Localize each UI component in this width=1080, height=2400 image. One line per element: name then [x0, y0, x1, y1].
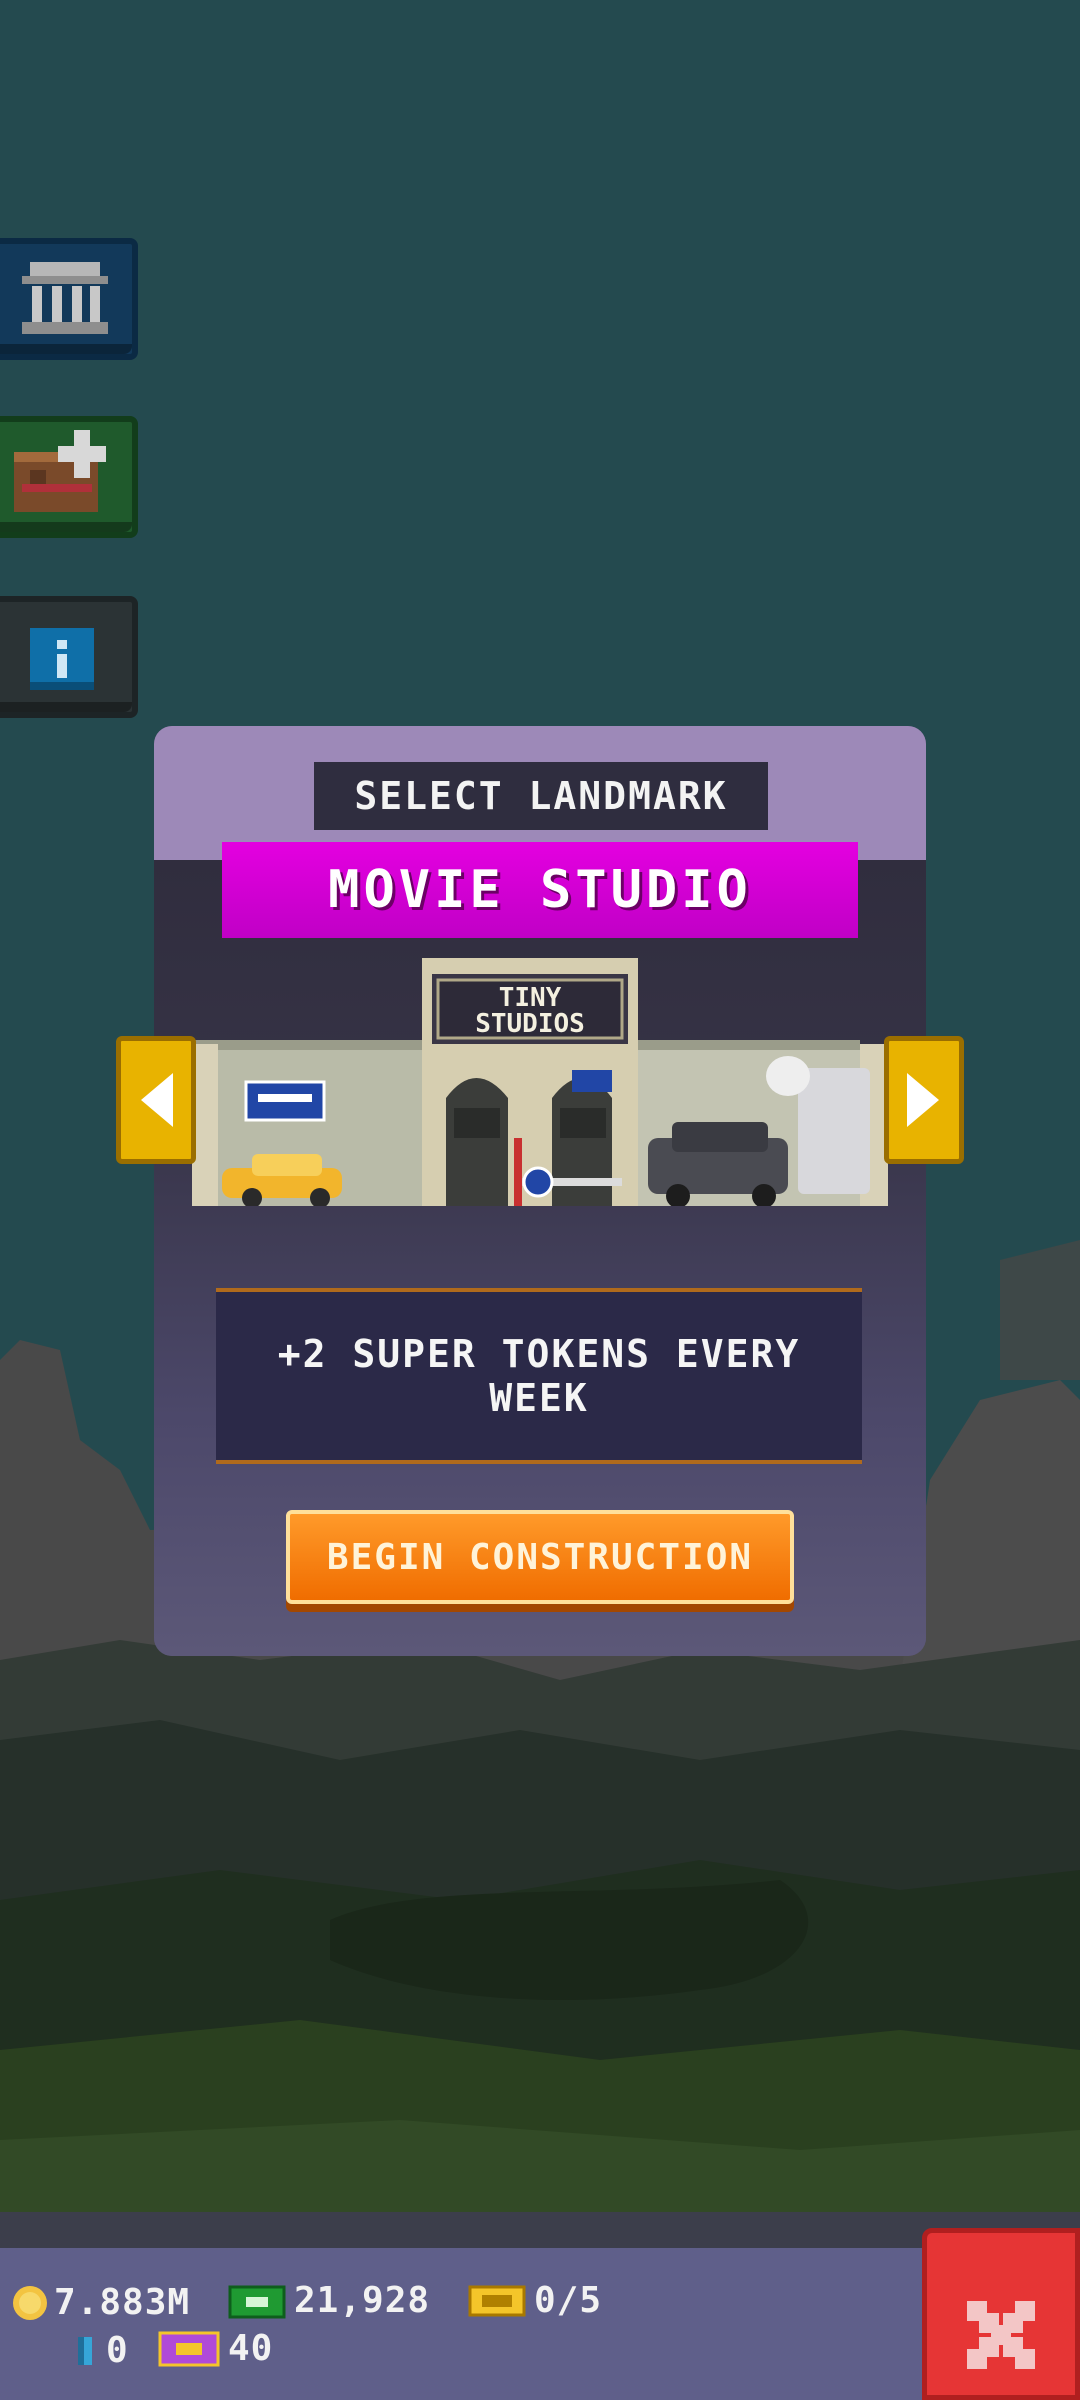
landmark-title: MOVIE STUDIO [222, 842, 858, 938]
golden-ticket-icon [468, 2285, 526, 2316]
museum-button[interactable] [0, 238, 138, 360]
select-landmark-dialog: SELECT LANDMARK MOVIE STUDIO TINY STUDIO… [154, 726, 926, 1656]
movie-studio-building-image: TINY STUDIOS [192, 958, 888, 1206]
keys-counter: 0 [74, 2330, 129, 2371]
coins-value: 7.883M [54, 2282, 191, 2323]
close-x-icon [967, 2301, 1035, 2369]
begin-construction-button[interactable]: BEGIN CONSTRUCTION [286, 1510, 794, 1604]
info-button[interactable] [0, 596, 138, 718]
coins-counter: 7.883M [10, 2282, 190, 2323]
arrow-right-icon [907, 1073, 939, 1127]
previous-landmark-button[interactable] [116, 1036, 196, 1164]
arrow-left-icon [141, 1073, 173, 1127]
super-token-icon [158, 2331, 220, 2366]
coin-icon [13, 2285, 47, 2320]
close-button[interactable] [922, 2228, 1080, 2400]
super-tokens-value: 40 [228, 2328, 274, 2369]
landmark-description: +2 SUPER TOKENS EVERY WEEK [216, 1288, 862, 1464]
museum-icon [22, 262, 108, 334]
bux-icon [228, 2285, 286, 2318]
golden-tickets-counter: 0/5 [468, 2280, 602, 2321]
golden-tickets-value: 0/5 [534, 2280, 603, 2321]
studio-sign-line2: STUDIOS [475, 1009, 585, 1039]
next-landmark-button[interactable] [884, 1036, 964, 1164]
info-icon [30, 628, 94, 690]
add-floor-icon [14, 430, 106, 512]
super-tokens-counter: 40 [158, 2328, 273, 2369]
add-floor-button[interactable] [0, 416, 138, 538]
bux-value: 21,928 [294, 2280, 431, 2321]
key-icon [78, 2336, 92, 2365]
bux-counter: 21,928 [228, 2280, 430, 2321]
dialog-header: SELECT LANDMARK [314, 762, 768, 830]
keys-value: 0 [106, 2330, 129, 2371]
